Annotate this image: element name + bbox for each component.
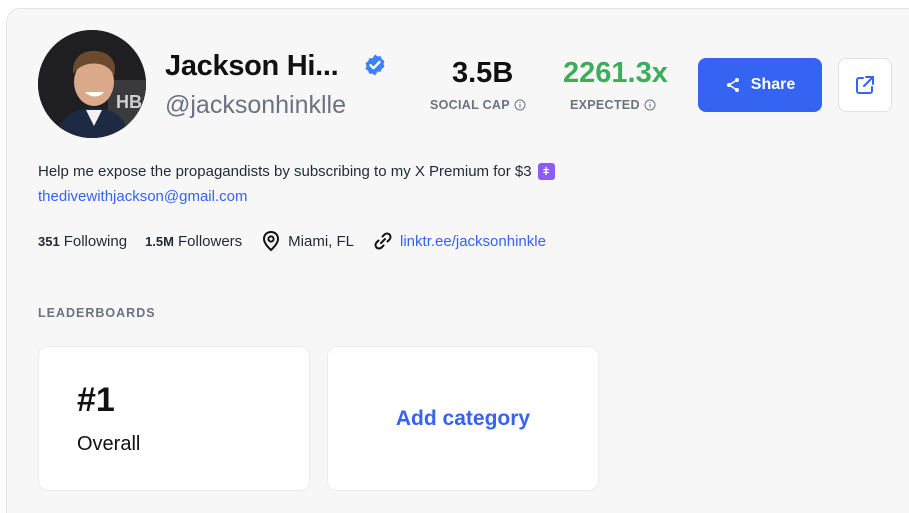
expected-label: EXPECTED [570,98,656,112]
info-icon[interactable] [514,99,526,111]
share-icon [726,78,739,92]
social-cap-label: SOCIAL CAP [430,98,526,112]
location-text: Miami, FL [288,232,355,250]
followers-count: 1.5M [145,233,174,249]
following-label[interactable]: Following [64,233,127,250]
add-category-button[interactable]: Add category [328,347,598,490]
leaderboards-title: LEADERBOARDS [38,306,156,320]
profile-meta-row: 351 Following 1.5M Followers Miami, FL l… [38,228,546,254]
open-external-button[interactable] [838,58,892,112]
profile-handle: @jacksonhinklle [165,91,347,119]
share-button[interactable]: Share [698,58,822,112]
external-link-icon [856,76,874,94]
bio-text: Help me expose the propagandists by subs… [38,163,532,180]
verified-badge-icon [365,54,385,76]
followers-label[interactable]: Followers [178,233,242,250]
add-category-card[interactable]: Add category [327,346,599,491]
bio-email-link[interactable]: thedivewithjackson@gmail.com [38,188,247,205]
avatar[interactable]: HB [38,30,146,138]
leaderboard-rank: #1 [77,381,115,419]
avatar-photo: HB [38,30,146,138]
bio: Help me expose the propagandists by subs… [38,163,555,180]
profile-link[interactable]: linktr.ee/jacksonhinkle [400,233,546,250]
leaderboard-label: Overall [77,433,141,455]
link-icon [374,232,392,250]
location-pin-icon [263,230,280,252]
profile-name: Jackson Hi... [165,50,339,82]
social-cap-value: 3.5B [452,57,514,89]
svg-text:HB: HB [116,92,142,112]
following-count: 351 [38,233,60,249]
expected-label-text: EXPECTED [570,98,640,112]
share-button-label: Share [750,76,796,93]
leaderboard-card-overall[interactable]: #1 Overall [38,346,310,491]
cutlery-emoji-icon: ǂ [537,163,555,180]
expected-value: 2261.3x [563,57,668,89]
info-icon[interactable] [644,99,656,111]
social-cap-label-text: SOCIAL CAP [430,98,510,112]
